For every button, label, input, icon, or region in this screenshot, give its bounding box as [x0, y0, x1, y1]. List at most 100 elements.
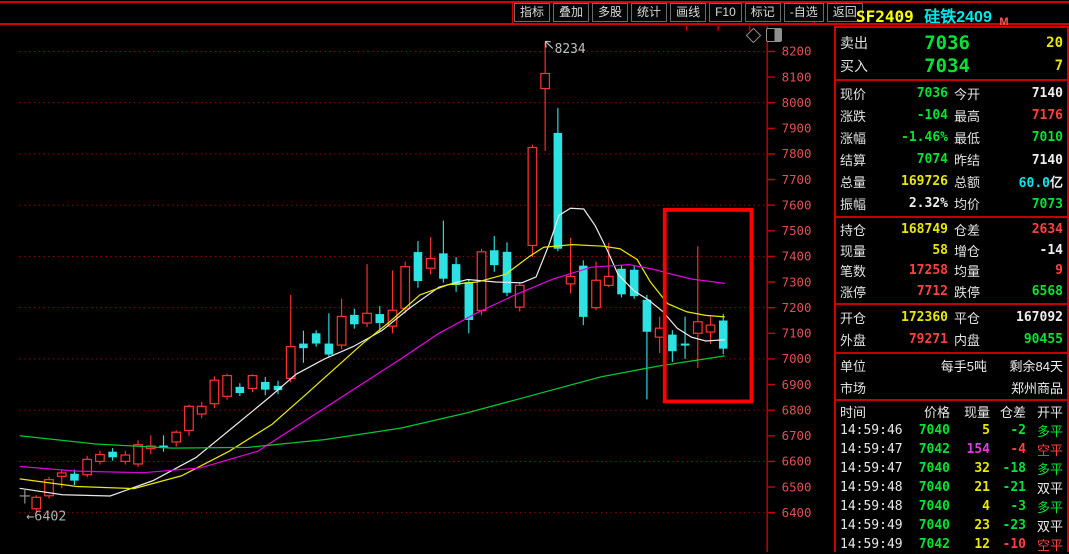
y-axis-label: 8100 [782, 70, 812, 84]
field-value: 60.0亿 [1004, 172, 1063, 191]
mark-button[interactable]: 标记 [745, 3, 781, 22]
quote-row: 持仓168749仓差2634 [836, 220, 1067, 239]
y-axis-label: 7500 [782, 224, 812, 238]
unit-value: 每手5吨 [886, 356, 987, 375]
field-value: 58 [886, 243, 948, 258]
field-value: 6568 [1004, 284, 1063, 299]
field-label: 昨结 [954, 150, 1004, 169]
instrument-title: SF2409 硅铁2409 M [856, 3, 1008, 28]
col-header-price: 价格 [902, 402, 950, 421]
trading-terminal-window: { "toolbar": { "buttons": [ {"label": "指… [0, 0, 1069, 552]
field-label: 笔数 [840, 261, 886, 280]
tape-row: 14:59:47704032-18多平 [836, 459, 1067, 478]
field-label: 市场 [840, 378, 886, 397]
y-axis-label: 7100 [782, 327, 812, 341]
field-value: 90455 [1004, 332, 1063, 347]
field-value: -104 [886, 108, 948, 123]
toolbar-left-divider [512, 3, 513, 23]
quote-row: 总量169726总额60.0亿 [836, 172, 1067, 191]
low-annotation: ←6402 [26, 510, 66, 525]
field-value: -1.46% [886, 130, 948, 145]
highlight-box [665, 210, 752, 402]
ma-green [20, 356, 725, 448]
field-value: 7036 [886, 86, 948, 101]
field-label: 平仓 [954, 308, 1004, 327]
field-label: 外盘 [840, 330, 886, 349]
toolbar: 指标 叠加 多股 统计 画线 F10 标记 -自选 返回 [514, 3, 866, 22]
draw-line-button[interactable]: 画线 [670, 3, 706, 22]
field-label: 均价 [954, 194, 1004, 213]
time-sales-header: 时间 价格 现量 仓差 开平 [836, 402, 1067, 421]
field-label: 最低 [954, 128, 1004, 147]
field-value: 7074 [886, 152, 948, 167]
contract-info-section: 单位每手5吨剩余84天 市场 郑州商品 [836, 354, 1067, 401]
buy-label: 买入 [840, 56, 882, 76]
col-header-volume: 现量 [950, 402, 990, 421]
field-label: 跌停 [954, 282, 1004, 301]
open-interest-section: 持仓168749仓差2634 现量58 增仓-14 笔数17258均量9 涨停77… [836, 218, 1067, 305]
flow-section: 开仓172360平仓167092 外盘79271内盘90455 [836, 305, 1067, 354]
buy-qty: 7 [970, 58, 1063, 74]
quote-row: 现量58 增仓-14 [836, 241, 1067, 260]
sell-label: 卖出 [840, 33, 882, 53]
field-value: 172360 [886, 310, 948, 325]
y-axis-label: 8000 [782, 96, 812, 110]
top-bar: 指标 叠加 多股 统计 画线 F10 标记 -自选 返回 SF2409 硅铁24… [0, 0, 1069, 26]
y-axis-label: 6700 [782, 429, 812, 443]
field-label: 总额 [954, 172, 1004, 191]
field-value: 9 [1004, 263, 1063, 278]
field-label: 现价 [840, 84, 886, 103]
sell-qty: 20 [970, 35, 1063, 51]
field-value: -14 [1004, 243, 1063, 258]
field-label: 结算 [840, 150, 886, 169]
y-axis-label: 7000 [782, 352, 812, 366]
statistics-button[interactable]: 统计 [631, 3, 667, 22]
col-header-time: 时间 [840, 402, 902, 421]
quote-row: 外盘79271 内盘90455 [836, 330, 1067, 349]
field-label: 现量 [840, 241, 886, 260]
remove-watchlist-button[interactable]: -自选 [784, 3, 824, 22]
buy-row: 买入 7034 7 [836, 55, 1067, 77]
indicator-button[interactable]: 指标 [514, 3, 550, 22]
field-value: 7140 [1004, 152, 1063, 168]
field-label: 持仓 [840, 220, 886, 239]
contract-code: SF2409 [856, 7, 914, 26]
f10-button[interactable]: F10 [709, 3, 742, 22]
y-axis-label: 7700 [782, 173, 812, 187]
quote-row: 结算7074 昨结7140 [836, 150, 1067, 169]
days-remaining: 剩余84天 [987, 356, 1063, 375]
quote-panel: 卖出 7036 20 买入 7034 7 现价7036今开7140 涨跌-104… [834, 26, 1069, 552]
info-row: 市场 郑州商品 [836, 378, 1067, 397]
y-axis-label: 6800 [782, 403, 812, 417]
y-axis-label: 7200 [782, 301, 812, 315]
field-label: 涨幅 [840, 128, 886, 147]
field-label: 内盘 [954, 330, 1004, 349]
field-label: 涨停 [840, 282, 886, 301]
quote-row: 笔数17258均量9 [836, 261, 1067, 280]
price-chart[interactable]: 6400650066006700680069007000710072007300… [0, 26, 833, 552]
y-axis-label: 7900 [782, 122, 812, 136]
overlay-button[interactable]: 叠加 [553, 3, 589, 22]
quote-row: 现价7036今开7140 [836, 84, 1067, 103]
quote-row: 涨幅-1.46%最低7010 [836, 128, 1067, 147]
field-label: 增仓 [954, 241, 1004, 260]
contract-name: 硅铁2409 [924, 9, 992, 26]
tape-row: 14:59:477042154-4空平 [836, 440, 1067, 459]
field-value: 2.32% [886, 196, 948, 211]
field-value: 79271 [886, 332, 948, 347]
field-value: 7712 [886, 284, 948, 299]
quote-row: 涨停7712 跌停6568 [836, 282, 1067, 301]
col-header-oi-change: 仓差 [990, 402, 1026, 421]
bid-ask-section: 卖出 7036 20 买入 7034 7 [836, 30, 1067, 81]
field-value: 17258 [886, 263, 948, 278]
multi-stock-button[interactable]: 多股 [592, 3, 628, 22]
tape-row: 14:59:4870404-3多平 [836, 497, 1067, 516]
y-axis-label: 7300 [782, 275, 812, 289]
split-pane-icon[interactable] [766, 28, 782, 42]
info-row: 单位每手5吨剩余84天 [836, 356, 1067, 375]
y-axis-label: 6600 [782, 455, 812, 469]
tape-row: 14:59:49704023-23双平 [836, 516, 1067, 535]
sell-row: 卖出 7036 20 [836, 32, 1067, 54]
market-value: 郑州商品 [987, 378, 1063, 397]
field-value: 7073 [1004, 196, 1063, 212]
